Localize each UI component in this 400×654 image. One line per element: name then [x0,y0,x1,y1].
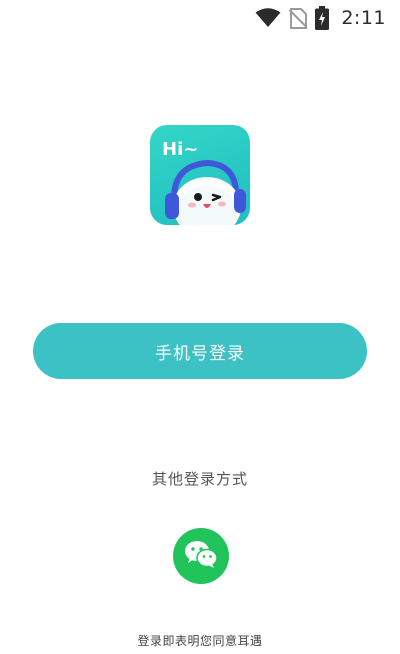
status-time: 2:11 [341,7,386,29]
battery-charging-icon [315,6,330,30]
phone-login-button[interactable]: 手机号登录 [33,323,367,379]
status-icons: 2:11 [255,5,386,31]
app-icon-text: Hi~ [162,139,198,160]
other-login-methods-title: 其他登录方式 [151,470,248,488]
mascot-headphones-app-icon: Hi~ [150,125,250,225]
agreement-links-partial[interactable] [0,649,400,654]
no-sim-icon [289,7,308,29]
wechat-icon [184,539,218,573]
wechat-login-button[interactable] [173,528,229,584]
agreement-text: 登录即表明您同意耳遇 [137,634,263,648]
status-bar: 2:11 [0,0,400,36]
login-screen: 2:11 Hi~ 手机号登录 其他登录方式 登录即表明您同意耳遇 [0,0,400,654]
wifi-icon [255,8,281,28]
phone-login-label: 手机号登录 [155,343,245,364]
